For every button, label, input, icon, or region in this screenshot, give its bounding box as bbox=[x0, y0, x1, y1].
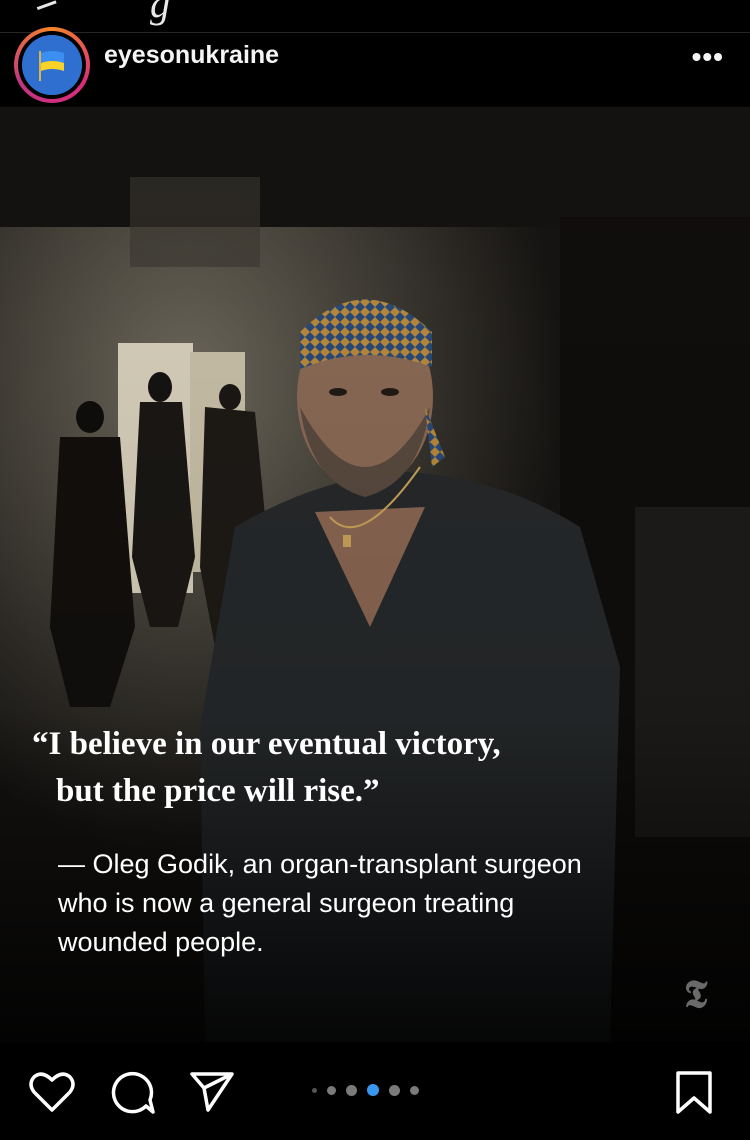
post-image[interactable]: “I believe in our eventual victory, but … bbox=[0, 107, 750, 1042]
send-icon[interactable] bbox=[188, 1070, 236, 1119]
comment-icon[interactable] bbox=[108, 1070, 156, 1121]
top-sliver: g bbox=[0, 0, 750, 32]
carousel-dot bbox=[312, 1087, 317, 1093]
partial-glyph: g bbox=[150, 0, 170, 26]
carousel-indicator bbox=[312, 1084, 419, 1096]
quote-line: “I believe in our eventual victory, bbox=[32, 726, 501, 762]
post-header: eyesonukraine ••• bbox=[0, 27, 750, 108]
carousel-dot-active bbox=[367, 1084, 379, 1096]
attribution-line: — Oleg Godik, an organ-transplant surgeo… bbox=[58, 849, 582, 879]
carousel-dot bbox=[346, 1084, 357, 1096]
quote-text: “I believe in our eventual victory, but … bbox=[32, 721, 692, 815]
quote-line: but the price will rise.” bbox=[56, 773, 380, 809]
more-icon[interactable]: ••• bbox=[692, 41, 724, 73]
heart-icon[interactable] bbox=[28, 1070, 76, 1119]
partial-glyph bbox=[33, 0, 57, 11]
carousel-dot bbox=[410, 1085, 419, 1095]
carousel-dot bbox=[389, 1084, 400, 1096]
action-bar bbox=[0, 1042, 750, 1140]
carousel-dot bbox=[327, 1085, 336, 1095]
ukraine-flag-icon bbox=[22, 35, 82, 95]
bookmark-icon[interactable] bbox=[674, 1070, 714, 1121]
avatar[interactable] bbox=[14, 27, 90, 103]
username[interactable]: eyesonukraine bbox=[104, 41, 279, 70]
attribution-line: wounded people. bbox=[58, 927, 264, 957]
attribution-text: — Oleg Godik, an organ-transplant surgeo… bbox=[58, 845, 698, 962]
attribution-line: who is now a general surgeon treating bbox=[58, 888, 515, 918]
nyt-logo: 𝕿 bbox=[684, 974, 708, 1016]
